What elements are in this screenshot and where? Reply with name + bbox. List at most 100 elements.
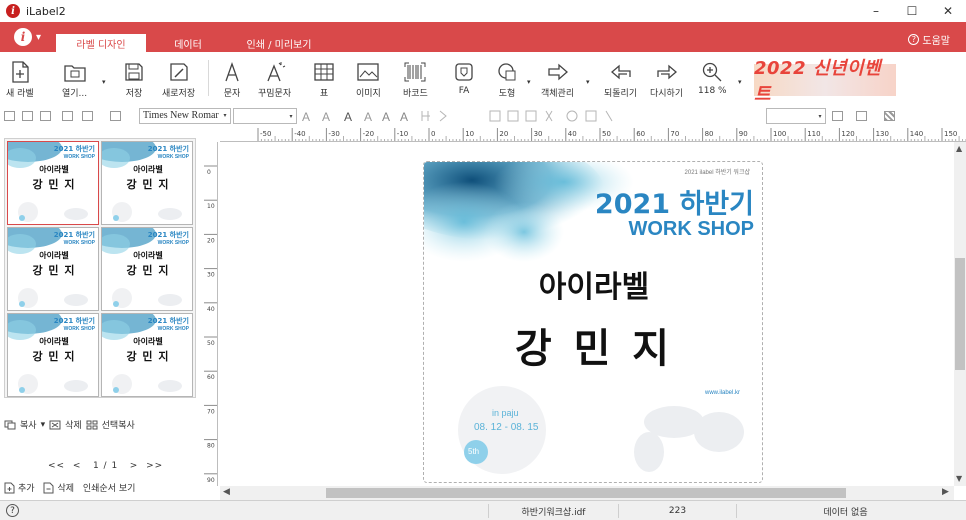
tab-print-preview[interactable]: 인쇄 / 미리보기 — [234, 34, 324, 52]
copy-button[interactable]: 복사 — [20, 418, 37, 431]
label-subhead[interactable]: WORK SHOP — [628, 218, 754, 241]
ruler-label: 30 — [534, 130, 543, 138]
label-design[interactable]: 2021 ilabel 하반기 워크샵 2021 하반기 WORK SHOP 아… — [423, 161, 763, 483]
help-button[interactable]: ? 도움말 — [908, 32, 950, 47]
font-family-select[interactable]: Times New Romar ▾ — [139, 108, 231, 124]
vertical-scroll-thumb[interactable] — [955, 258, 965, 370]
status-help-icon[interactable]: ? — [6, 504, 19, 517]
ruler-label: 40 — [207, 306, 215, 313]
undo-button[interactable]: 되돌리기 — [604, 60, 637, 99]
color-select[interactable]: ▾ — [766, 108, 826, 124]
save-as-button[interactable]: 새로저장 — [162, 60, 195, 99]
svg-text:A: A — [364, 110, 372, 123]
fa-tool-button[interactable]: FA — [452, 60, 476, 96]
thumbnail-page[interactable]: 2021 하반기 WORK SHOP 아이라벨 강 민 지 — [7, 227, 99, 311]
color-dropdown-caret: ▾ — [818, 112, 822, 120]
group-icon[interactable] — [62, 111, 73, 121]
label-place[interactable]: in paju — [492, 408, 519, 418]
thumbnail-name: 강 민 지 — [126, 350, 170, 363]
pager-last-button[interactable]: >> — [146, 461, 163, 471]
tab-label-design[interactable]: 라벨 디자인 — [56, 34, 146, 52]
horizontal-scroll-thumb[interactable] — [326, 488, 846, 498]
object-manage-caret[interactable]: ▾ — [586, 78, 590, 86]
delete-button[interactable]: 삭제 — [65, 418, 82, 431]
new-label-icon — [8, 60, 32, 84]
undo-label: 되돌리기 — [604, 89, 638, 99]
image-tool-button[interactable]: 이미지 — [356, 60, 381, 99]
scroll-right-arrow-icon[interactable]: ▶ — [942, 487, 949, 497]
select-copy-button[interactable]: 선택복사 — [102, 418, 135, 431]
fill-color-icon[interactable] — [832, 111, 843, 121]
remove-page-button[interactable]: 삭제 — [57, 481, 74, 494]
thumbnail-page[interactable]: 2021 하반기 WORK SHOP 아이라벨 강 민 지 — [7, 313, 99, 397]
zoom-label: 118 % — [698, 86, 727, 96]
label-tag[interactable]: 2021 ilabel 하반기 워크샵 — [685, 167, 750, 176]
horizontal-scrollbar[interactable]: ◀ ▶ — [220, 486, 954, 500]
thumbnail-actions: 복사 ▾ 삭제 선택복사 — [4, 418, 135, 431]
minimize-button[interactable]: – — [858, 0, 894, 22]
object-manage-button[interactable]: 객체관리 — [541, 60, 574, 99]
barcode-tool-button[interactable]: 바코드 — [403, 60, 428, 99]
vertical-scrollbar[interactable]: ▲ ▼ — [954, 142, 966, 486]
new-label-button[interactable]: 새 라벨 — [6, 60, 34, 99]
shape-dropdown-caret[interactable]: ▾ — [527, 78, 531, 86]
pattern-icon[interactable] — [884, 111, 895, 121]
thumbnail-page[interactable]: 2021 하반기 WORK SHOP 아이라벨 강 민 지 — [101, 141, 193, 225]
add-page-button[interactable]: 추가 — [18, 481, 35, 494]
zoom-button[interactable]: 118 % — [698, 60, 727, 96]
label-headline[interactable]: 2021 하반기 — [595, 182, 754, 221]
lock-icon[interactable] — [40, 111, 51, 121]
redo-button[interactable]: 다시하기 — [650, 60, 683, 99]
app-menu-button[interactable]: i ▾ — [14, 28, 41, 46]
zoom-dropdown-caret[interactable]: ▾ — [738, 78, 742, 86]
design-canvas[interactable]: 2021 ilabel 하반기 워크샵 2021 하반기 WORK SHOP 아… — [220, 142, 954, 486]
shape-tool-button[interactable]: 도형 — [495, 60, 519, 99]
order-icon[interactable] — [82, 111, 93, 121]
maximize-button[interactable]: ☐ — [894, 0, 930, 22]
text-format-icons[interactable]: AAAA AA — [300, 109, 690, 123]
decorated-text-button[interactable]: 꾸밈문자 — [258, 60, 291, 99]
thumbnail-brand: 아이라벨 — [39, 337, 69, 346]
print-order-button[interactable]: 인쇄순서 보기 — [83, 481, 136, 494]
align-icon[interactable] — [110, 111, 121, 121]
save-button[interactable]: 저장 — [122, 60, 146, 99]
close-button[interactable]: ✕ — [930, 0, 966, 22]
scroll-up-arrow-icon[interactable]: ▲ — [956, 144, 962, 153]
pager-first-button[interactable]: << — [48, 461, 65, 471]
scroll-down-arrow-icon[interactable]: ▼ — [956, 474, 962, 483]
thumbnail-list: 2021 하반기 WORK SHOP 아이라벨 강 민 지 2021 하반기 WORK S… — [4, 138, 196, 398]
event-banner[interactable]: 2022 신년이벤트 — [754, 58, 896, 105]
label-url[interactable]: www.ilabel.kr — [705, 390, 740, 396]
layout-icon[interactable] — [22, 111, 33, 121]
copy-dropdown-caret[interactable]: ▾ — [41, 420, 46, 430]
open-button[interactable]: 열기... — [62, 60, 87, 99]
table-tool-button[interactable]: 표 — [312, 60, 336, 99]
open-icon — [63, 60, 87, 84]
pager-page-indicator: 1 / 1 — [92, 461, 119, 471]
new-label-label: 새 라벨 — [6, 89, 34, 99]
font-size-select[interactable]: ▾ — [233, 108, 297, 124]
add-page-icon — [4, 482, 15, 493]
thumbnail-page[interactable]: 2021 하반기 WORK SHOP 아이라벨 강 민 지 — [7, 141, 99, 225]
line-color-icon[interactable] — [856, 111, 867, 121]
text-icon — [220, 60, 244, 84]
text-tool-button[interactable]: 문자 — [220, 60, 244, 99]
open-dropdown-caret[interactable]: ▾ — [102, 78, 106, 86]
pager-next-button[interactable]: > — [130, 461, 139, 471]
align-grid-icon[interactable] — [4, 111, 15, 121]
barcode-icon — [403, 60, 427, 84]
label-dates[interactable]: 08. 12 - 08. 15 — [474, 422, 539, 433]
thumbnail-name: 강 민 지 — [32, 178, 76, 191]
status-data-state: 데이터 없음 — [736, 504, 954, 518]
thumbnail-page[interactable]: 2021 하반기 WORK SHOP 아이라벨 강 민 지 — [101, 313, 193, 397]
font-family-value: Times New Romar — [143, 110, 219, 121]
pager-prev-button[interactable]: < — [73, 461, 82, 471]
thumbnail-page[interactable]: 2021 하반기 WORK SHOP 아이라벨 강 민 지 — [101, 227, 193, 311]
thumbnail-headline: 2021 하반기 — [53, 317, 95, 325]
label-name[interactable]: 강 민 지 — [424, 316, 762, 374]
label-brand[interactable]: 아이라벨 — [424, 262, 762, 306]
label-edition[interactable]: 5th — [468, 447, 479, 456]
scroll-left-arrow-icon[interactable]: ◀ — [223, 487, 230, 497]
tab-data[interactable]: 데이터 — [150, 34, 226, 52]
redo-icon — [655, 60, 679, 84]
